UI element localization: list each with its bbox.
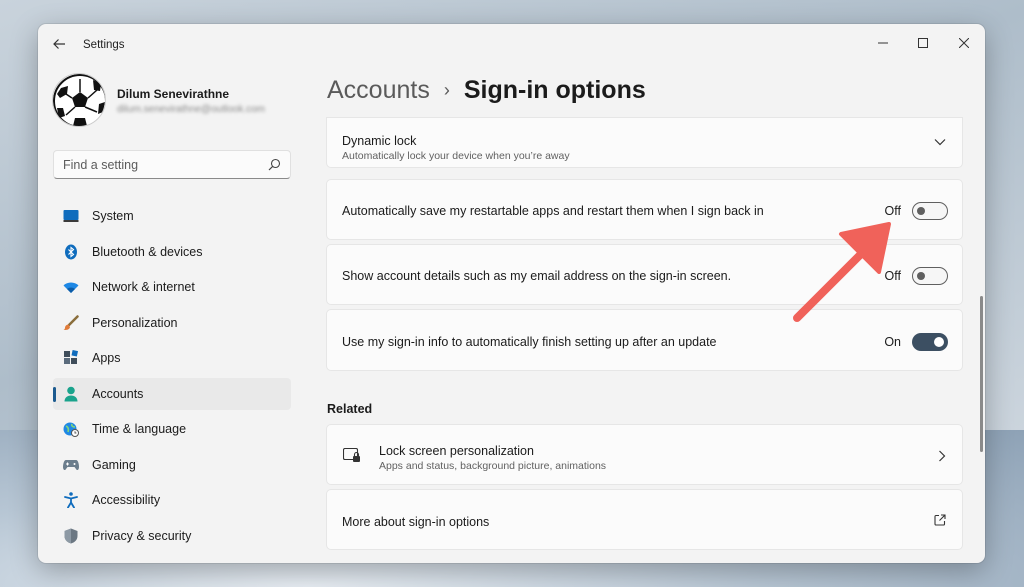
account-details-toggle[interactable] — [912, 267, 948, 285]
soccer-ball-icon — [53, 74, 105, 126]
apps-icon — [63, 350, 79, 366]
back-arrow-icon — [53, 39, 65, 49]
dynamic-lock-card[interactable]: Dynamic lock Automatically lock your dev… — [326, 117, 963, 168]
user-email: dilum.senevirathne@outlook.com — [117, 104, 266, 115]
sidebar-item-label: Personalization — [92, 315, 178, 330]
avatar[interactable] — [52, 73, 106, 127]
lock-screen-title: Lock screen personalization — [379, 444, 534, 458]
close-icon — [959, 38, 969, 48]
minimize-icon — [878, 42, 888, 44]
external-link-icon — [934, 514, 946, 526]
accounts-icon — [63, 386, 79, 402]
chevron-down-icon[interactable] — [934, 138, 946, 146]
signin-info-toggle[interactable] — [912, 333, 948, 351]
sidebar-item-apps[interactable]: Apps — [53, 342, 291, 374]
sidebar-item-time-language[interactable]: Time & language — [53, 413, 291, 445]
dynamic-lock-title: Dynamic lock — [342, 134, 417, 148]
maximize-button[interactable] — [903, 30, 943, 56]
gamepad-icon — [63, 457, 79, 473]
sidebar-item-network[interactable]: Network & internet — [53, 271, 291, 303]
minimize-button[interactable] — [863, 30, 903, 56]
close-button[interactable] — [944, 30, 984, 56]
window-title: Settings — [83, 39, 125, 51]
more-about-signin-card[interactable]: More about sign-in options — [326, 489, 963, 550]
wifi-icon — [63, 279, 79, 295]
breadcrumb-separator-icon: › — [443, 80, 450, 100]
sidebar-nav: System Bluetooth & devices Network & int… — [53, 200, 291, 555]
annotation-arrow — [793, 222, 891, 322]
sidebar-item-bluetooth[interactable]: Bluetooth & devices — [53, 236, 291, 268]
sidebar-item-privacy-security[interactable]: Privacy & security — [53, 520, 291, 552]
lock-screen-icon — [343, 448, 360, 462]
sidebar-item-label: Apps — [92, 351, 121, 365]
brush-icon — [63, 314, 79, 331]
lock-screen-subtitle: Apps and status, background picture, ani… — [379, 460, 607, 472]
globe-clock-icon — [63, 421, 79, 437]
search-input[interactable]: Find a setting — [63, 158, 138, 172]
dynamic-lock-subtitle: Automatically lock your device when you’… — [342, 150, 570, 162]
sidebar-item-accessibility[interactable]: Accessibility — [53, 484, 291, 516]
accessibility-icon — [63, 492, 79, 508]
page-title: Sign-in options — [463, 76, 646, 104]
sidebar-item-gaming[interactable]: Gaming — [53, 449, 291, 481]
sidebar-item-label: Accounts — [92, 386, 144, 401]
breadcrumb-parent[interactable]: Accounts — [327, 76, 430, 105]
sidebar-item-label: Privacy & security — [92, 528, 192, 543]
scrollbar-thumb[interactable] — [980, 296, 983, 452]
sidebar-item-system[interactable]: System — [53, 200, 291, 232]
account-details-title: Show account details such as my email ad… — [342, 269, 732, 283]
breadcrumb: Accounts › Sign-in options — [327, 76, 646, 105]
sidebar-item-label: Bluetooth & devices — [92, 244, 203, 259]
search-box[interactable]: Find a setting — [53, 150, 291, 179]
restart-apps-toggle[interactable] — [912, 202, 948, 220]
signin-info-title: Use my sign-in info to automatically fin… — [342, 335, 717, 349]
back-button[interactable] — [52, 37, 68, 53]
user-name: Dilum Senevirathne — [117, 87, 230, 101]
sidebar-item-label: Time & language — [92, 422, 187, 436]
bluetooth-icon — [63, 244, 79, 260]
more-about-title: More about sign-in options — [342, 515, 490, 529]
restart-apps-state: Off — [884, 204, 901, 218]
restart-apps-title: Automatically save my restartable apps a… — [342, 204, 764, 218]
sidebar-item-label: Network & internet — [92, 280, 195, 294]
sidebar-item-label: Accessibility — [92, 493, 161, 507]
sidebar-item-personalization[interactable]: Personalization — [53, 307, 291, 339]
search-icon — [268, 158, 281, 171]
sidebar-item-label: System — [92, 209, 134, 223]
chevron-right-icon — [939, 450, 946, 462]
title-bar: Settings — [38, 24, 985, 68]
sidebar-item-accounts[interactable]: Accounts — [53, 377, 291, 410]
system-icon — [63, 208, 79, 224]
related-heading: Related — [327, 402, 373, 416]
shield-icon — [63, 528, 79, 544]
maximize-icon — [918, 38, 928, 48]
lock-screen-personalization-card[interactable]: Lock screen personalization Apps and sta… — [326, 424, 963, 485]
sidebar-item-label: Gaming — [92, 457, 136, 472]
signin-info-state: On — [884, 335, 901, 349]
